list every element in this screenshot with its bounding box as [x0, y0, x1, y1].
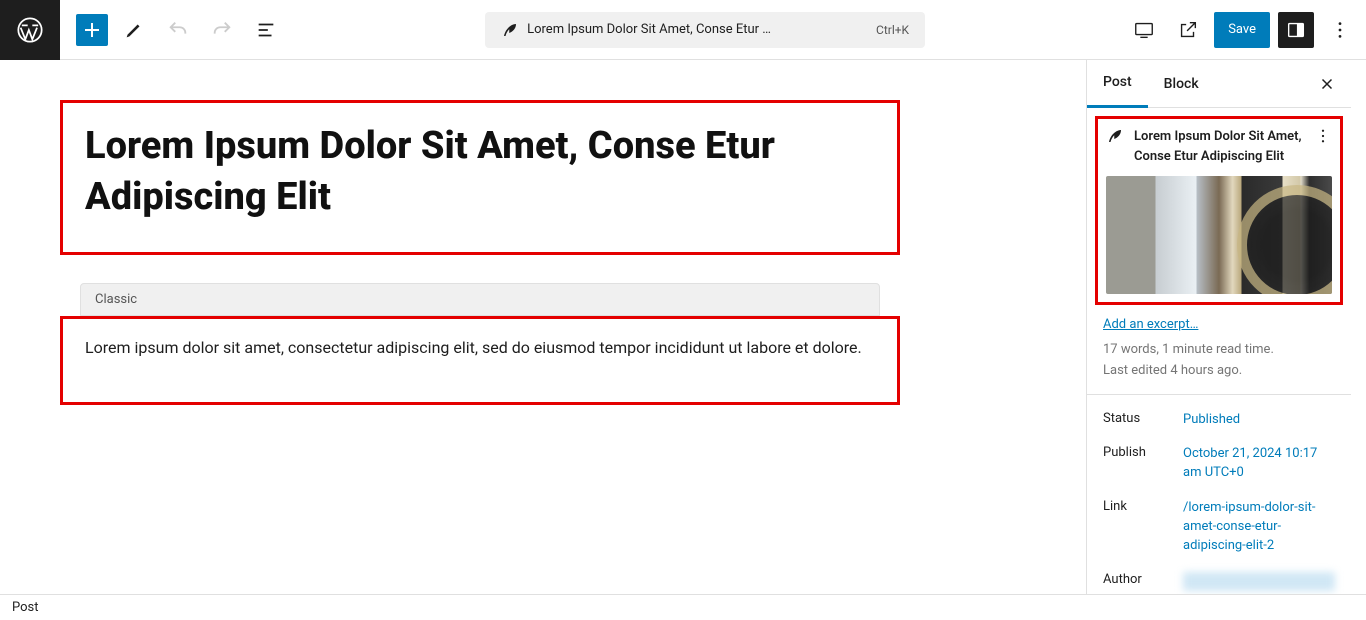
document-title-text: Lorem Ipsum Dolor Sit Amet, Conse Etur … [527, 22, 868, 37]
undo-icon [167, 19, 189, 41]
plus-icon [80, 18, 104, 42]
summary-post-title: Lorem Ipsum Dolor Sit Amet, Conse Etur A… [1134, 127, 1304, 166]
toolbar-right-group: Save [1126, 12, 1358, 48]
publish-label: Publish [1103, 445, 1175, 483]
tab-post[interactable]: Post [1087, 60, 1148, 108]
options-button[interactable] [1322, 12, 1358, 48]
wordpress-logo[interactable] [0, 0, 60, 60]
read-time-text: 17 words, 1 minute read time. [1103, 342, 1274, 357]
post-summary-panel: Lorem Ipsum Dolor Sit Amet, Conse Etur A… [1095, 116, 1343, 305]
save-button[interactable]: Save [1214, 12, 1270, 48]
settings-sidebar: Post Block Lorem Ipsum Dolor Sit Amet, C… [1086, 60, 1366, 594]
close-sidebar-button[interactable] [1311, 68, 1343, 100]
meta-row-author: Author admin [1087, 564, 1351, 594]
feather-icon [501, 21, 519, 39]
view-button[interactable] [1126, 12, 1162, 48]
settings-panel-toggle[interactable] [1278, 12, 1314, 48]
redo-button[interactable] [204, 12, 240, 48]
publish-value[interactable]: October 21, 2024 10:17 am UTC+0 [1183, 445, 1335, 483]
author-value[interactable]: admin [1183, 572, 1335, 591]
last-edited-text: Last edited 4 hours ago. [1103, 363, 1242, 378]
meta-row-status: Status Published [1087, 403, 1351, 438]
list-icon [255, 19, 277, 41]
breadcrumb-bar: Post [0, 594, 1366, 620]
feather-icon [1106, 127, 1124, 145]
preview-external-button[interactable] [1170, 12, 1206, 48]
tab-post-label: Post [1103, 74, 1132, 90]
post-title-block[interactable]: Lorem Ipsum Dolor Sit Amet, Conse Etur A… [60, 100, 900, 255]
save-button-label: Save [1228, 22, 1256, 37]
sidebar-toggle-icon [1285, 19, 1307, 41]
document-overview-button[interactable] [248, 12, 284, 48]
meta-row-link: Link /lorem-ipsum-dolor-sit-amet-conse-e… [1087, 491, 1351, 564]
undo-button[interactable] [160, 12, 196, 48]
toolbar-left-group [68, 12, 284, 48]
pencil-icon [123, 19, 145, 41]
link-value[interactable]: /lorem-ipsum-dolor-sit-amet-conse-etur-a… [1183, 499, 1335, 556]
main-area: Lorem Ipsum Dolor Sit Amet, Conse Etur A… [0, 60, 1366, 594]
top-toolbar: Lorem Ipsum Dolor Sit Amet, Conse Etur …… [0, 0, 1366, 60]
more-vertical-icon [1314, 127, 1332, 145]
sidebar-tabs: Post Block [1087, 60, 1351, 108]
post-meta-info: 17 words, 1 minute read time. Last edite… [1087, 336, 1351, 395]
status-label: Status [1103, 411, 1175, 430]
editor-canvas[interactable]: Lorem Ipsum Dolor Sit Amet, Conse Etur A… [0, 60, 1086, 594]
summary-actions-button[interactable] [1314, 127, 1332, 145]
post-title-text[interactable]: Lorem Ipsum Dolor Sit Amet, Conse Etur A… [85, 121, 875, 224]
redo-icon [211, 19, 233, 41]
desktop-icon [1133, 19, 1155, 41]
external-link-icon [1177, 19, 1199, 41]
author-label: Author [1103, 572, 1175, 591]
tab-block-label: Block [1164, 76, 1199, 92]
post-content-block[interactable]: Lorem ipsum dolor sit amet, consectetur … [60, 316, 900, 406]
classic-block-label[interactable]: Classic [80, 283, 880, 316]
shortcut-hint: Ctrl+K [876, 23, 909, 37]
add-excerpt-link[interactable]: Add an excerpt… [1087, 313, 1351, 336]
featured-image-preview[interactable] [1106, 176, 1332, 294]
document-title-button[interactable]: Lorem Ipsum Dolor Sit Amet, Conse Etur …… [485, 12, 925, 48]
add-block-button[interactable] [76, 14, 108, 46]
wordpress-icon [16, 16, 44, 44]
toolbar-center: Lorem Ipsum Dolor Sit Amet, Conse Etur …… [284, 12, 1126, 48]
link-label: Link [1103, 499, 1175, 556]
meta-row-publish: Publish October 21, 2024 10:17 am UTC+0 [1087, 437, 1351, 491]
tab-block[interactable]: Block [1148, 60, 1215, 108]
post-body-text[interactable]: Lorem ipsum dolor sit amet, consectetur … [85, 338, 862, 357]
close-icon [1318, 75, 1336, 93]
more-vertical-icon [1329, 19, 1351, 41]
breadcrumb-post[interactable]: Post [12, 600, 39, 615]
status-value[interactable]: Published [1183, 411, 1335, 430]
tools-button[interactable] [116, 12, 152, 48]
